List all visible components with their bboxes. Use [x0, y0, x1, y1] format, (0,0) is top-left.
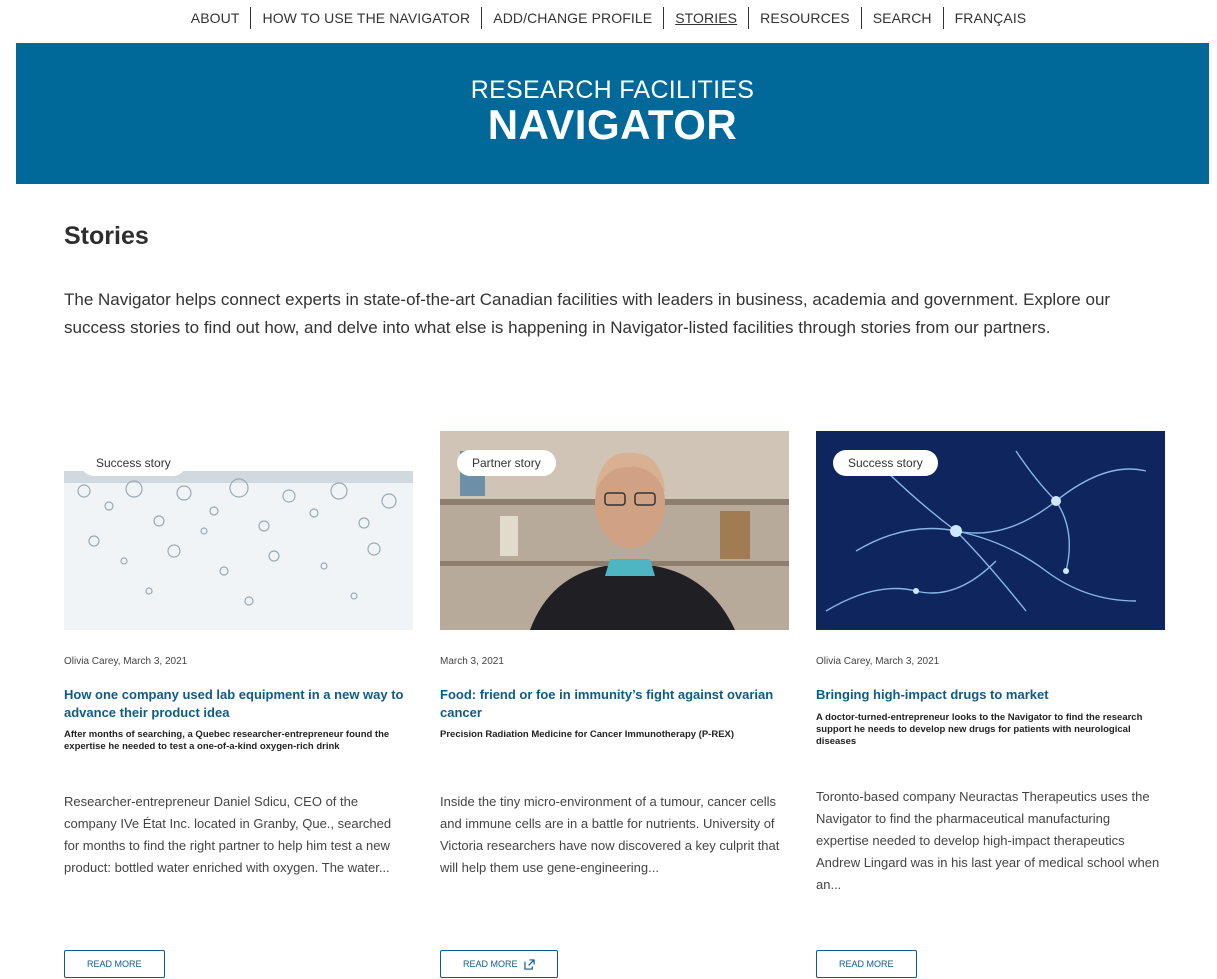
banner-logo-line2: NAVIGATOR — [487, 101, 738, 148]
top-navigation: ABOUT HOW TO USE THE NAVIGATOR ADD/CHANG… — [0, 0, 1217, 36]
story-subtitle: Precision Radiation Medicine for Cancer … — [440, 729, 735, 740]
page-title: Stories — [64, 222, 149, 250]
story-type-badge: Success story — [81, 450, 186, 476]
story-subtitle: A doctor-turned-entrepreneur looks to th… — [816, 712, 1143, 747]
site-banner[interactable]: RESEARCH FACILITIES NAVIGATOR — [16, 43, 1209, 184]
story-type-badge: Success story — [833, 450, 938, 476]
story-meta: March 3, 2021 — [440, 656, 504, 667]
neurons-image[interactable]: Success story — [816, 431, 1165, 630]
story-type-badge: Partner story — [457, 450, 556, 476]
story-excerpt: Researcher-entrepreneur Daniel Sdicu, CE… — [64, 794, 392, 875]
read-more-label: READ MORE — [839, 959, 894, 969]
story-card: Partner story March 3, 2021 Food: friend… — [440, 431, 789, 979]
nav-link-francais[interactable]: FRANÇAIS — [944, 7, 1038, 29]
story-meta: Olivia Carey, March 3, 2021 — [816, 656, 940, 667]
nav-link-search[interactable]: SEARCH — [862, 7, 943, 29]
story-title-link[interactable]: How one company used lab equipment in a … — [64, 686, 404, 722]
external-link-icon — [523, 958, 535, 970]
nav-link-add-change-profile[interactable]: ADD/CHANGE PROFILE — [482, 7, 663, 29]
story-subtitle: After months of searching, a Quebec rese… — [64, 729, 390, 752]
nav-link-resources[interactable]: RESOURCES — [749, 7, 861, 29]
story-title-link[interactable]: Bringing high-impact drugs to market — [816, 686, 1156, 704]
story-card: Success story Olivia Carey, March 3, 202… — [816, 431, 1165, 979]
nav-link-how-to-use[interactable]: HOW TO USE THE NAVIGATOR — [251, 7, 481, 29]
nav-link-about[interactable]: ABOUT — [180, 7, 251, 29]
read-more-button[interactable]: READ MORE — [816, 950, 917, 978]
water-bubbles-image[interactable]: Success story — [64, 431, 413, 630]
intro-paragraph: The Navigator helps connect experts in s… — [64, 290, 1111, 337]
read-more-button[interactable]: READ MORE — [440, 950, 558, 978]
read-more-label: READ MORE — [87, 959, 142, 969]
researcher-portrait-image[interactable]: Partner story — [440, 431, 789, 630]
story-meta: Olivia Carey, March 3, 2021 — [64, 656, 188, 667]
story-excerpt: Toronto-based company Neuractas Therapeu… — [816, 789, 1160, 892]
read-more-button[interactable]: READ MORE — [64, 950, 165, 978]
nav-link-stories[interactable]: STORIES — [664, 7, 748, 29]
story-card: Success story Olivia Carey, March 3, 202… — [64, 431, 413, 979]
story-title-link[interactable]: Food: friend or foe in immunity’s fight … — [440, 686, 780, 722]
read-more-label: READ MORE — [463, 959, 518, 969]
story-excerpt: Inside the tiny micro-environment of a t… — [440, 794, 780, 875]
